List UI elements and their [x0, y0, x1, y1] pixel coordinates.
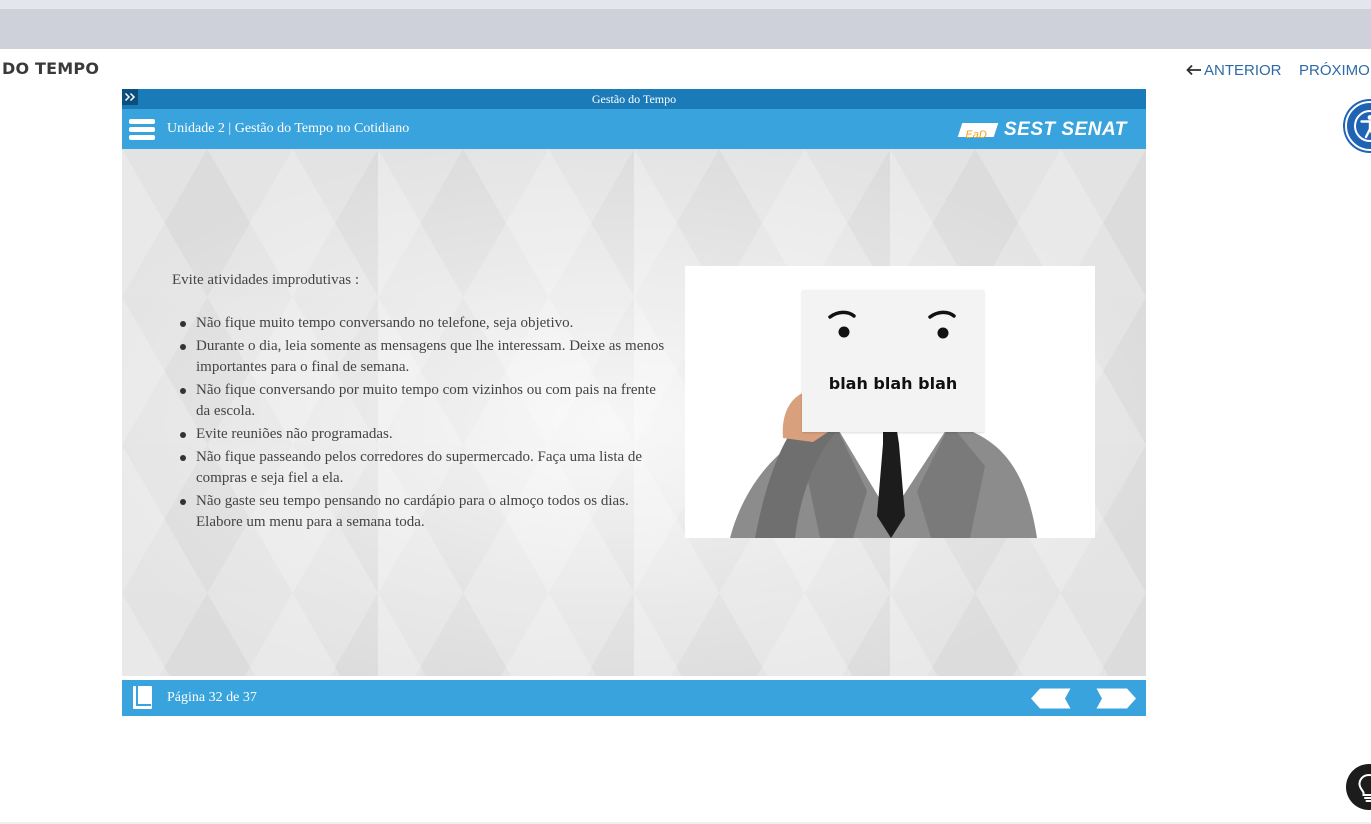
- slide-intro: Evite atividades improdutivas :: [172, 272, 360, 288]
- previous-page-button[interactable]: [1031, 688, 1071, 709]
- bullet-icon: [180, 432, 186, 438]
- arrow-right-icon: [1096, 688, 1136, 709]
- next-page-button[interactable]: [1096, 688, 1136, 709]
- bullet-icon: [180, 499, 186, 505]
- blah-sign: blah blah blah: [802, 290, 984, 432]
- slide-content: Evite atividades improdutivas : Não fiqu…: [122, 149, 1146, 676]
- bullet-icon: [180, 455, 186, 461]
- arrow-left-icon: [1186, 63, 1202, 80]
- double-chevron-right-icon: [124, 92, 136, 102]
- player-window-title: Gestão do Tempo: [591, 92, 677, 106]
- book-icon[interactable]: [132, 685, 153, 710]
- bullet-icon: [180, 321, 186, 327]
- arrow-left-icon: [1031, 688, 1071, 709]
- list-item: Não fique conversando por muito tempo co…: [172, 380, 667, 422]
- list-item: Durante o dia, leia somente as mensagens…: [172, 336, 667, 378]
- previous-link[interactable]: ANTERIOR: [1186, 62, 1282, 80]
- accessibility-button[interactable]: [1345, 101, 1371, 151]
- page-title: DO TEMPO: [2, 59, 100, 78]
- next-link[interactable]: PRÓXIMO: [1299, 62, 1370, 79]
- page-indicator: Página 32 de 37: [167, 690, 257, 705]
- hint-button[interactable]: [1346, 764, 1371, 810]
- bullet-icon: [180, 344, 186, 350]
- list-item: Não fique passeando pelos corredores do …: [172, 447, 667, 489]
- unit-title: Unidade 2 | Gestão do Tempo no Cotidiano: [167, 121, 410, 136]
- list-item: Não fique muito tempo conversando no tel…: [172, 313, 667, 334]
- hamburger-icon[interactable]: [129, 119, 155, 140]
- player-title-bar: Gestão do Tempo: [122, 89, 1146, 109]
- expand-button[interactable]: [122, 89, 138, 105]
- previous-link-label: ANTERIOR: [1204, 62, 1282, 79]
- sign-text: blah blah blah: [828, 374, 958, 393]
- course-player: Gestão do Tempo Unidade 2 | Gestão do Te…: [122, 89, 1146, 716]
- ead-badge: EaD: [957, 123, 999, 141]
- browser-top-strip: [0, 0, 1371, 9]
- accessibility-icon: [1354, 110, 1371, 142]
- player-footer: Página 32 de 37: [122, 680, 1146, 716]
- businessman-holding-sign-image: blah blah blah: [685, 266, 1095, 538]
- sest-senat-logo: EaD SEST SENAT: [957, 119, 1127, 141]
- tips-list: Não fique muito tempo conversando no tel…: [172, 313, 667, 535]
- brand-name: SEST SENAT: [1004, 119, 1127, 140]
- course-top-bar: [0, 9, 1371, 49]
- lightbulb-icon: [1358, 773, 1371, 802]
- player-header: Unidade 2 | Gestão do Tempo no Cotidiano…: [122, 109, 1146, 149]
- next-link-label: PRÓXIMO: [1299, 62, 1370, 79]
- list-item: Não gaste seu tempo pensando no cardápio…: [172, 491, 667, 533]
- list-item: Evite reuniões não programadas.: [172, 424, 667, 445]
- bullet-icon: [180, 388, 186, 394]
